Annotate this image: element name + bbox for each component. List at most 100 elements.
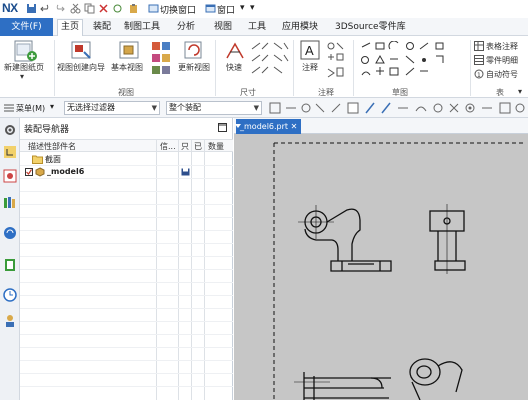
row-divider	[20, 321, 233, 322]
window-dropdown-icon[interactable]: ▾	[240, 3, 245, 13]
cut-icon[interactable]	[70, 3, 81, 14]
row-divider	[20, 347, 233, 348]
row-divider	[20, 360, 233, 361]
note-label[interactable]: 注释	[302, 62, 318, 73]
copy-icon[interactable]	[84, 3, 95, 14]
auto-symbol-label[interactable]: 自动符号	[486, 69, 518, 80]
tree-row-label: 截面	[45, 155, 61, 164]
graphics-tab-bar: _model6.prt ✕	[234, 118, 528, 134]
tab-analysis[interactable]: 分析	[174, 20, 198, 35]
navigator-header: 描述性部件名 信... 只 已 数量	[20, 139, 233, 152]
tab-assembly[interactable]: 装配	[90, 20, 114, 35]
role-icon[interactable]	[3, 314, 17, 328]
column-info[interactable]: 信...	[160, 141, 176, 152]
snap-tools-icons[interactable]	[268, 101, 526, 115]
switch-window-label[interactable]: 切换窗口	[160, 3, 196, 16]
tab-drafting-tools[interactable]: 制图工具	[121, 20, 163, 35]
menu-button[interactable]: 菜单(M)	[16, 103, 45, 114]
base-view-icon[interactable]	[118, 40, 142, 62]
note-icon[interactable]: A	[300, 40, 320, 60]
annotation-tools-icons[interactable]	[326, 41, 346, 85]
separator	[353, 40, 354, 96]
tree-row-section[interactable]: 截面	[20, 153, 233, 165]
save-icon[interactable]	[26, 3, 37, 14]
redo-icon[interactable]	[54, 3, 65, 14]
undo-icon[interactable]	[40, 3, 51, 14]
assembly-scope-value: 整个装配	[169, 103, 201, 112]
clock-icon[interactable]	[3, 288, 17, 302]
file-menu-button[interactable]: 文件(F)	[0, 18, 53, 36]
row-divider	[20, 217, 233, 218]
graphics-window[interactable]	[234, 134, 528, 400]
menu-icon[interactable]	[3, 102, 15, 114]
tab-home[interactable]: 主页	[57, 19, 84, 36]
new-sheet-dropdown-icon[interactable]: ▾	[20, 72, 24, 81]
tree-row-model6[interactable]: _model6	[20, 166, 233, 178]
tab-tools[interactable]: 工具	[245, 20, 269, 35]
parts-list-label[interactable]: 零件明细	[486, 55, 518, 66]
row-divider	[20, 204, 233, 205]
constraint-navigator-icon[interactable]	[3, 169, 17, 183]
column-quantity[interactable]: 数量	[208, 141, 224, 152]
customize-icon[interactable]: ▾	[250, 3, 255, 13]
auto-symbol-icon[interactable]: 1	[474, 69, 484, 79]
view-wizard-label[interactable]: 视图创建向导	[57, 62, 105, 73]
view-wizard-icon[interactable]	[70, 40, 94, 62]
drawing-sheet[interactable]	[234, 134, 528, 400]
switch-window-icon[interactable]	[148, 3, 159, 14]
tab-application[interactable]: 应用模块	[279, 20, 321, 35]
quick-dimension-icon[interactable]	[224, 40, 246, 62]
separator	[215, 40, 216, 96]
chevron-down-icon: ▼	[151, 104, 157, 112]
update-view-icon[interactable]	[182, 40, 206, 62]
window-label[interactable]: 窗口	[217, 3, 235, 16]
group-view-label: 视图	[118, 88, 134, 97]
group-dimension-label: 尺寸	[240, 88, 256, 97]
window-icon[interactable]	[205, 3, 216, 14]
web-browser-icon[interactable]	[3, 226, 17, 240]
sketch-tools-icons[interactable]	[360, 41, 470, 85]
dimension-tools-icons[interactable]	[250, 41, 290, 85]
history-icon[interactable]	[3, 258, 17, 272]
base-view-label[interactable]: 基本视图	[111, 62, 143, 73]
row-divider	[20, 269, 233, 270]
assembly-part-icon	[35, 167, 45, 177]
row-divider	[20, 295, 233, 296]
maximize-icon[interactable]	[218, 123, 227, 132]
tab-menu-icon[interactable]	[234, 122, 242, 130]
menu-dropdown-icon[interactable]: ▾	[50, 102, 54, 111]
update-view-label[interactable]: 更新视图	[178, 62, 210, 73]
selection-filter-select[interactable]: 无选择过滤器 ▼	[64, 101, 160, 115]
folder-icon	[32, 155, 43, 164]
tab-model6[interactable]: _model6.prt ✕	[236, 119, 302, 134]
assembly-navigator-icon[interactable]	[3, 145, 17, 159]
column-modified[interactable]: 已	[194, 141, 202, 152]
row-divider	[20, 373, 233, 374]
view-tools-icons[interactable]	[150, 41, 172, 85]
new-sheet-icon[interactable]	[12, 40, 38, 62]
close-icon[interactable]: ✕	[291, 122, 298, 131]
row-divider	[20, 243, 233, 244]
parts-list-icon[interactable]	[474, 55, 484, 65]
checkbox-checked-icon[interactable]	[25, 168, 33, 176]
row-divider	[20, 191, 233, 192]
row-divider	[20, 386, 233, 387]
paste-icon[interactable]	[128, 3, 139, 14]
ribbon-expand-icon[interactable]: ▾	[518, 87, 522, 96]
column-desc[interactable]: 描述性部件名	[28, 141, 76, 152]
tab-3dsource[interactable]: 3DSource零件库	[332, 20, 409, 35]
tree-row-label: _model6	[47, 167, 85, 176]
group-sketch-label: 草图	[392, 88, 408, 97]
repeat-icon[interactable]	[112, 3, 123, 14]
quick-dimension-label[interactable]: 快速	[226, 62, 242, 73]
settings-icon[interactable]	[3, 123, 17, 137]
column-readonly[interactable]: 只	[181, 141, 189, 152]
table-note-icon[interactable]	[474, 41, 484, 51]
delete-icon[interactable]	[98, 3, 109, 14]
tab-view[interactable]: 视图	[211, 20, 235, 35]
table-note-label[interactable]: 表格注释	[486, 41, 518, 52]
assembly-scope-select[interactable]: 整个装配 ▼	[166, 101, 262, 115]
chevron-down-icon: ▼	[253, 104, 259, 112]
separator	[54, 40, 55, 96]
part-navigator-icon[interactable]	[3, 195, 17, 209]
